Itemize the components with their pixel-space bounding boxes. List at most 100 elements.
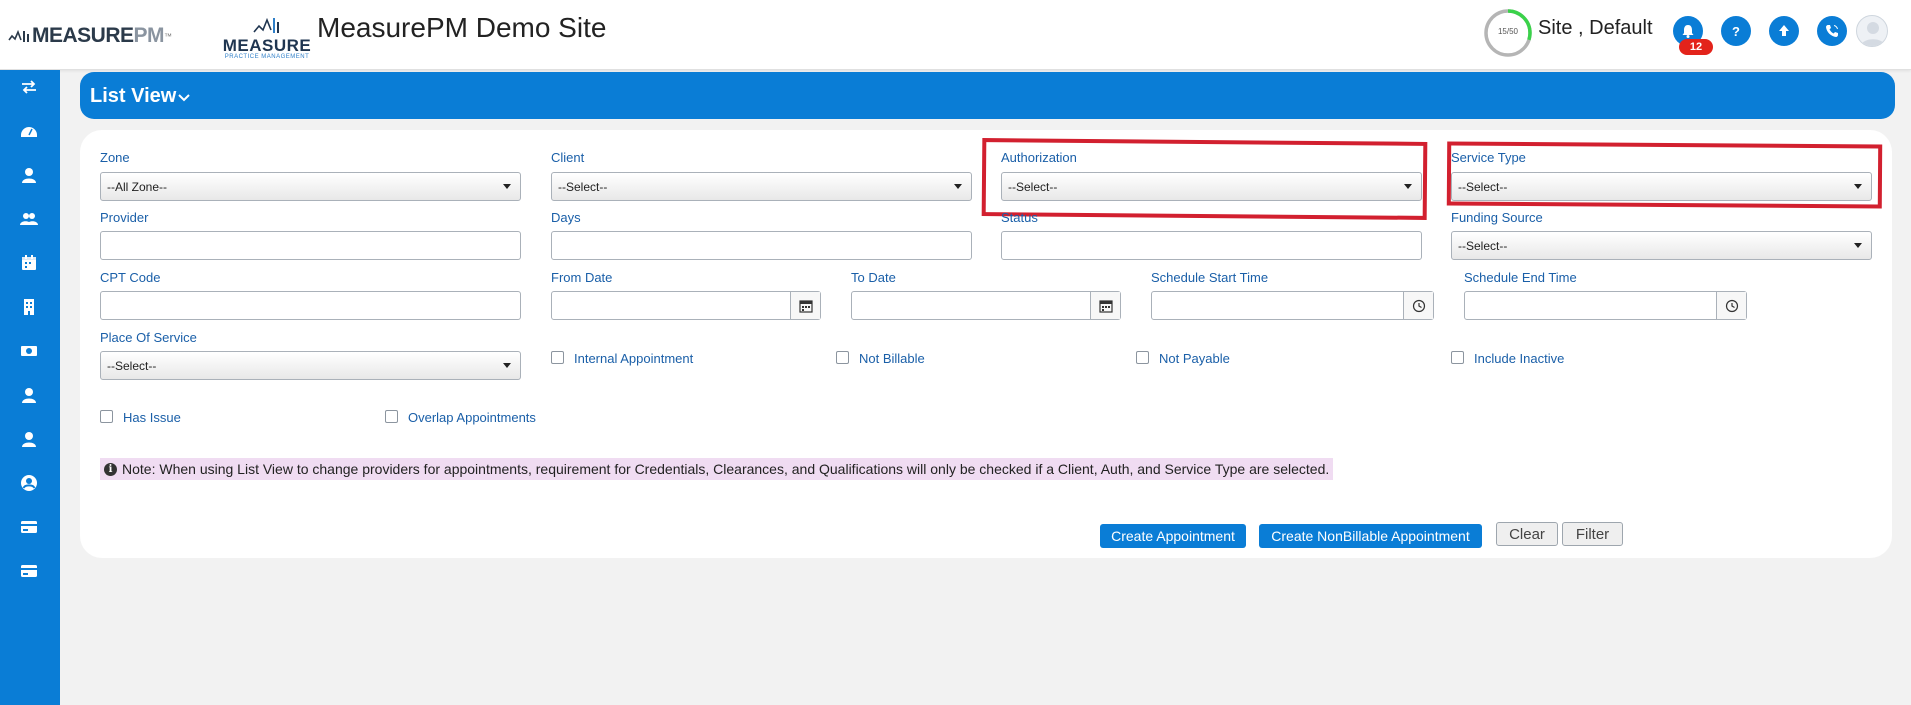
internal-appointment-checkbox[interactable]	[551, 351, 564, 364]
schedule-start-input[interactable]	[1151, 291, 1434, 320]
authorization-highlight	[981, 138, 1428, 220]
create-nonbillable-appointment-button[interactable]: Create NonBillable Appointment	[1259, 524, 1482, 548]
building-icon	[24, 299, 34, 315]
schedule-start-picker-button[interactable]	[1403, 292, 1433, 319]
place-of-service-label: Place Of Service	[100, 330, 197, 345]
to-date-label: To Date	[851, 270, 896, 285]
days-input[interactable]	[551, 231, 972, 260]
sidebar-item-person[interactable]	[18, 384, 40, 406]
from-date-input[interactable]	[551, 291, 821, 320]
logo-mark-icon	[8, 29, 29, 42]
create-appointment-button[interactable]: Create Appointment	[1100, 524, 1246, 548]
schedule-start-label: Schedule Start Time	[1151, 270, 1269, 285]
place-of-service-select-value: --Select--	[107, 359, 157, 373]
funding-source-select-value: --Select--	[1458, 239, 1508, 253]
zone-select[interactable]: --All Zone--	[100, 172, 521, 201]
cpt-code-input[interactable]	[100, 291, 521, 320]
sidebar-item-swap[interactable]	[18, 76, 40, 98]
filter-button[interactable]: Filter	[1562, 522, 1623, 546]
logo-brand-text: MEASURE	[32, 24, 134, 47]
skyline-icon	[253, 17, 279, 33]
measure-practice-logo: MEASURE PRACTICE MANAGEMENT	[222, 16, 312, 60]
person-alt-icon	[22, 432, 36, 447]
funding-source-select[interactable]: --Select--	[1451, 231, 1872, 260]
phone-icon	[1826, 25, 1838, 37]
info-note: i Note: When using List View to change p…	[100, 458, 1334, 480]
dropdown-arrow-icon	[503, 184, 511, 189]
info-icon: i	[104, 462, 117, 476]
include-inactive-label[interactable]: Include Inactive	[1474, 351, 1564, 366]
listview-header: List View	[80, 72, 1895, 119]
client-label: Client	[551, 150, 585, 165]
sidebar-item-dashboard[interactable]	[18, 120, 40, 142]
place-of-service-select[interactable]: --Select--	[100, 351, 521, 380]
cpt-code-label: CPT Code	[100, 270, 161, 285]
progress-ring[interactable]: 15/50	[1483, 8, 1533, 58]
zone-select-value: --All Zone--	[107, 180, 168, 194]
days-label: Days	[551, 210, 581, 225]
upload-icon	[1779, 25, 1789, 36]
include-inactive-checkbox[interactable]	[1451, 351, 1464, 364]
not-billable-checkbox[interactable]	[836, 351, 849, 364]
provider-input[interactable]	[100, 231, 521, 260]
sidebar-item-credit-card[interactable]	[18, 516, 40, 538]
logo-measure-sub: PRACTICE MANAGEMENT	[224, 54, 310, 60]
client-select[interactable]: --Select--	[551, 172, 972, 201]
help-button[interactable]: ?	[1721, 16, 1751, 46]
not-payable-checkbox[interactable]	[1136, 351, 1149, 364]
has-issue-label[interactable]: Has Issue	[123, 410, 181, 425]
logo-measure-word: MEASURE	[222, 36, 312, 55]
client-select-value: --Select--	[558, 180, 608, 194]
calendar-icon	[22, 255, 36, 270]
overlap-appointments-label[interactable]: Overlap Appointments	[408, 410, 536, 425]
dropdown-arrow-icon	[1854, 243, 1862, 248]
logo-brand-pm-text: PM	[133, 24, 165, 47]
avatar[interactable]	[1856, 15, 1888, 47]
help-icon: ?	[1732, 24, 1740, 39]
sidebar-item-account[interactable]	[18, 472, 40, 494]
to-date-input[interactable]	[851, 291, 1121, 320]
sidebar-item-users[interactable]	[18, 208, 40, 230]
status-input[interactable]	[1001, 231, 1422, 260]
from-date-picker-button[interactable]	[790, 292, 820, 319]
status-label: Status	[1001, 210, 1038, 225]
bell-icon	[1682, 25, 1694, 38]
calendar-icon	[798, 299, 813, 313]
sidebar-item-building[interactable]	[18, 296, 40, 318]
schedule-end-label: Schedule End Time	[1464, 270, 1577, 285]
clear-button[interactable]: Clear	[1496, 522, 1558, 546]
progress-label: 15/50	[1497, 27, 1519, 36]
listview-toggle[interactable]: List View	[90, 85, 191, 108]
upload-button[interactable]	[1769, 16, 1799, 46]
sidebar-item-user[interactable]	[18, 164, 40, 186]
zone-label: Zone	[100, 150, 130, 165]
schedule-end-input[interactable]	[1464, 291, 1747, 320]
not-payable-label[interactable]: Not Payable	[1159, 351, 1230, 366]
service-type-highlight	[1446, 141, 1883, 209]
clock-icon	[1725, 299, 1738, 312]
sidebar-item-calendar[interactable]	[18, 252, 40, 274]
clock-icon	[1412, 299, 1425, 312]
card-icon	[21, 565, 37, 577]
not-billable-label[interactable]: Not Billable	[859, 351, 925, 366]
overlap-appointments-checkbox[interactable]	[385, 410, 398, 423]
phone-button[interactable]	[1817, 16, 1847, 46]
notification-badge: 12	[1679, 39, 1713, 55]
avatar-icon	[1861, 22, 1885, 46]
sidebar	[0, 70, 60, 705]
credit-card-icon	[21, 521, 37, 533]
info-note-text: Note: When using List View to change pro…	[122, 461, 1330, 477]
person-icon	[22, 388, 36, 403]
sidebar-item-money[interactable]	[18, 340, 40, 362]
schedule-end-picker-button[interactable]	[1716, 292, 1746, 319]
money-icon	[21, 346, 37, 356]
to-date-picker-button[interactable]	[1090, 292, 1120, 319]
logo-trademark: ™	[164, 31, 173, 41]
internal-appointment-label[interactable]: Internal Appointment	[574, 351, 693, 366]
has-issue-checkbox[interactable]	[100, 410, 113, 423]
measurepm-logo[interactable]: MEASUREPM ™	[8, 22, 172, 50]
sidebar-item-person-alt[interactable]	[18, 428, 40, 450]
user-name[interactable]: Site , Default	[1538, 17, 1653, 40]
sidebar-item-card[interactable]	[18, 560, 40, 582]
swap-icon	[22, 80, 36, 94]
